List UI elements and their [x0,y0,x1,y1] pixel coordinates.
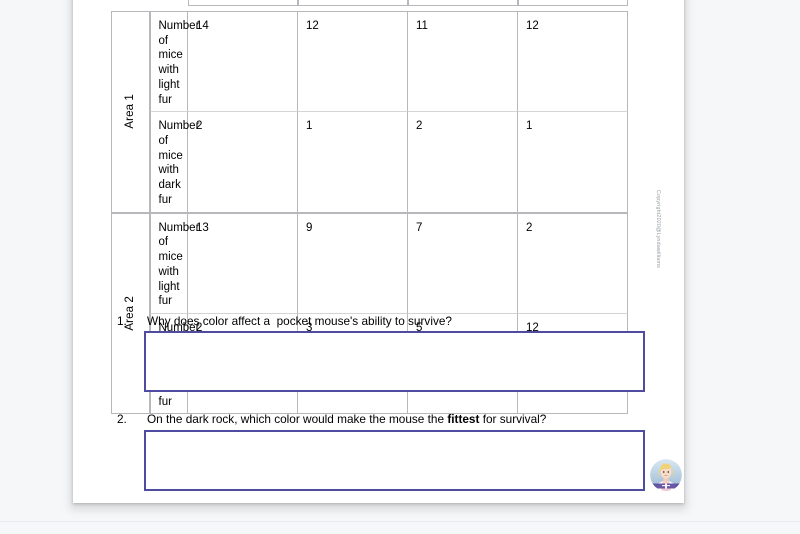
question-2-text-part1: On the dark rock, which color would make… [147,412,448,426]
author-avatar-graphic [650,459,682,491]
cell-area1-dark-sample-a: 2 [188,112,298,213]
row-label-area2-light: Number of mice with light fur [149,212,199,314]
area-label-area-1: Area 1 [123,94,136,130]
question-1-number: 1. [117,314,127,328]
cell-area1-dark-sample-b: 1 [298,112,408,213]
cell-area1-dark-sample-d: 1 [518,112,628,213]
table-row: Area 1 Number of mice with light fur 14 … [111,11,628,213]
question-2-bold-word: fittest [447,412,480,426]
cell-area2-light-sample-d: 2 [518,212,628,314]
question-1-text: Why does color affect a pocket mouse's a… [147,314,452,328]
cell-area1-dark-sample-c: 2 [408,112,518,213]
cell-area2-light-sample-a: 13 [188,212,298,314]
worksheet-page: Sample A Sample B Sample C Sample D [73,0,684,503]
row-label-area1-dark: Number of mice with dark fur [149,112,199,213]
table-row: Number of mice with dark fur 2 1 2 1 [111,112,628,213]
author-avatar-icon [650,459,682,491]
cell-area2-light-sample-b: 9 [298,212,408,314]
question-2-text: On the dark rock, which color would make… [147,412,546,427]
copyright-watermark: Copyright2020@Lyndawilliams [655,190,661,268]
table-head: Sample A Sample B Sample C Sample D [111,0,628,11]
cell-area1-light-sample-d: 12 [518,11,628,113]
area-label-cell-area-1: Area 1 [111,11,150,213]
question-2-text-part2: for survival? [479,412,547,426]
table-row: Area 2 Number of mice with light fur 13 … [111,212,628,415]
cell-area1-light-sample-b: 12 [298,11,408,113]
cell-area2-light-sample-c: 7 [408,212,518,314]
document-viewport[interactable]: Sample A Sample B Sample C Sample D [0,0,800,534]
row-label-area1-light: Number of mice with light fur [149,11,199,113]
question-2-answer-box[interactable] [144,430,645,491]
question-1-answer-box[interactable] [144,331,645,392]
cell-area1-light-sample-c: 11 [408,11,518,113]
question-2-number: 2. [117,412,127,426]
cell-area1-light-sample-a: 14 [188,11,298,113]
